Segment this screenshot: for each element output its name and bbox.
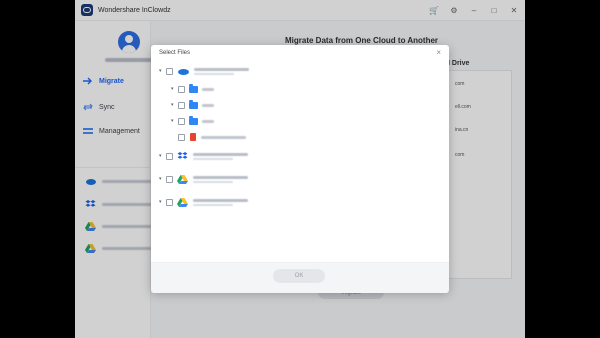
tree-account-google-drive-2[interactable]: ▾ [159,196,248,208]
select-files-dialog: Select Files × ▾ ▾ ▾ ▾ ▾ ▾ ▾ OK [151,45,449,293]
tree-folder[interactable]: ▾ [171,99,214,111]
ok-button[interactable]: OK [273,269,325,283]
tree-account-google-drive-1[interactable]: ▾ [159,173,248,185]
checkbox[interactable] [178,117,185,125]
dialog-close-icon[interactable]: × [436,48,441,57]
chevron-down-icon[interactable]: ▾ [171,86,177,92]
chevron-down-icon[interactable]: ▾ [159,176,165,182]
folder-icon [189,99,198,109]
chevron-down-icon[interactable]: ▾ [159,153,165,159]
chevron-down-icon[interactable]: ▾ [171,118,177,124]
tree-account-onedrive[interactable]: ▾ [159,65,249,77]
checkbox[interactable] [166,175,173,183]
tree-account-dropbox[interactable]: ▾ [159,150,248,162]
dialog-footer: OK [151,262,449,293]
tree-folder[interactable]: ▾ [171,115,214,127]
tree-folder[interactable]: ▾ [171,83,214,95]
folder-icon [189,115,198,125]
chevron-down-icon[interactable]: ▾ [159,199,165,205]
checkbox[interactable] [178,101,185,109]
dropbox-icon [177,151,188,159]
folder-icon [189,83,198,93]
pdf-file-icon [190,133,196,141]
google-drive-icon [177,197,188,207]
checkbox[interactable] [166,198,173,206]
checkbox[interactable] [166,67,173,75]
onedrive-icon [178,68,189,75]
checkbox[interactable] [178,133,185,141]
checkbox[interactable] [178,85,185,93]
checkbox[interactable] [166,152,173,160]
dialog-title: Select Files [159,50,191,56]
chevron-down-icon[interactable]: ▾ [171,102,177,108]
chevron-down-icon[interactable]: ▾ [159,68,165,74]
google-drive-icon [177,174,188,184]
tree-file[interactable] [177,131,246,143]
